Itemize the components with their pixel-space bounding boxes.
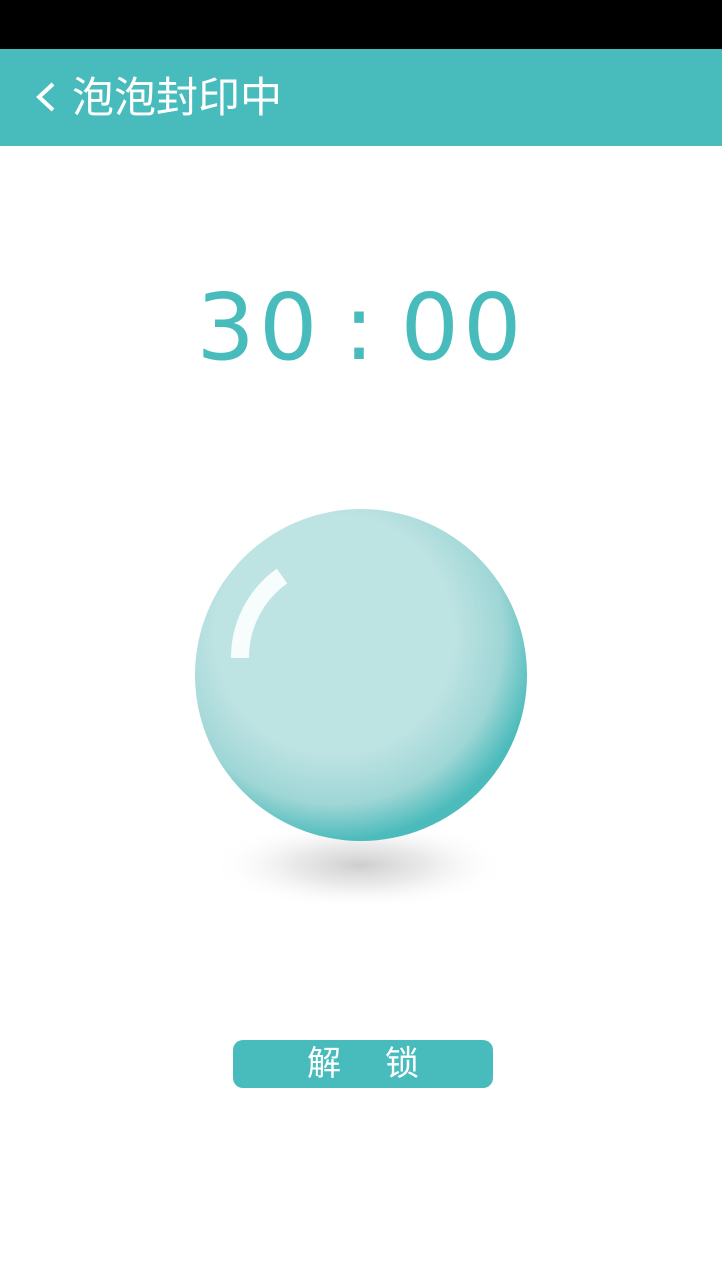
timer-seconds: 00 (400, 274, 526, 381)
timer-separator: : (343, 274, 379, 381)
timer-minutes: 30 (196, 274, 322, 381)
page-title: 泡泡封印中 (72, 73, 283, 122)
unlock-button[interactable]: 解锁 (233, 1040, 493, 1088)
countdown-timer: 30:00 (0, 278, 722, 378)
bubble-icon[interactable] (194, 508, 528, 842)
status-bar (0, 0, 722, 49)
title-bar: 泡泡封印中 (0, 49, 722, 146)
chevron-left-icon[interactable] (33, 82, 63, 112)
